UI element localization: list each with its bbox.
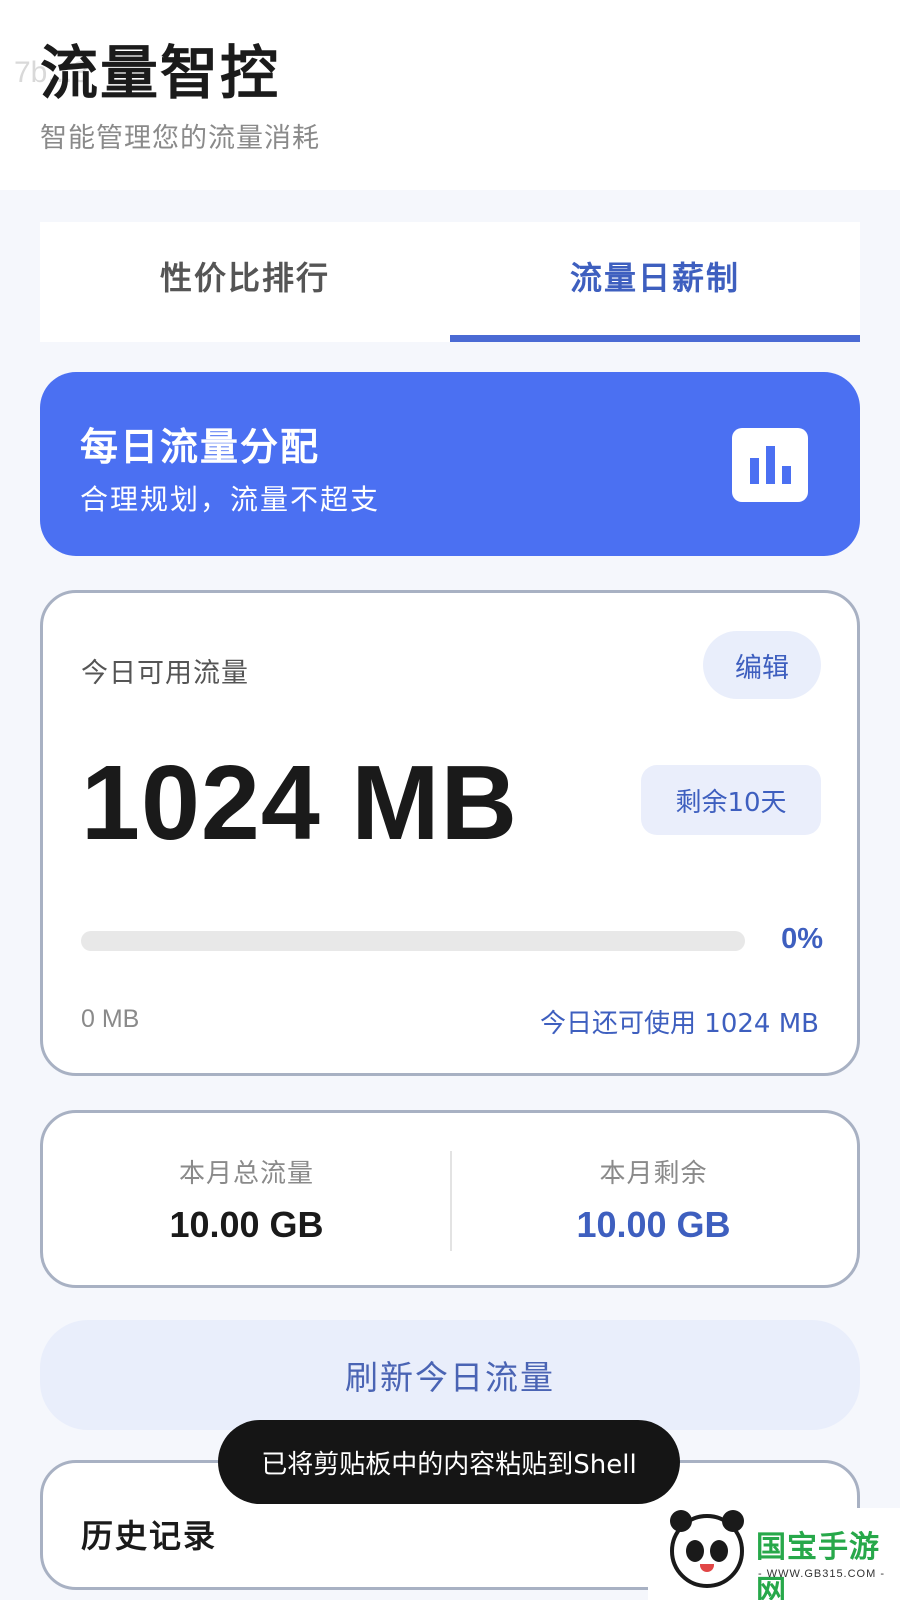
app-title: 流量智控: [40, 39, 281, 107]
panda-logo-icon: [670, 1510, 744, 1588]
usage-percent: 0%: [781, 923, 823, 955]
today-quota-card: 今日可用流量 编辑 1024 MB 剩余10天 0% 0 MB 今日还可使用 1…: [40, 590, 860, 1076]
monthly-total-value: 10.00 GB: [169, 1203, 324, 1245]
monthly-remaining-label: 本月剩余: [599, 1158, 708, 1189]
toast-message: 已将剪贴板中的内容粘贴到Shell: [218, 1420, 680, 1504]
site-watermark: 国宝手游网 - WWW.GB315.COM -: [648, 1508, 900, 1600]
today-quota-amount: 1024 MB: [81, 744, 519, 862]
tab-daily-quota[interactable]: 流量日薪制: [450, 222, 860, 342]
history-title: 历史记录: [81, 1517, 218, 1555]
refresh-today-button[interactable]: 刷新今日流量: [40, 1320, 860, 1430]
tab-label: 流量日薪制: [569, 259, 740, 297]
days-left-badge: 剩余10天: [641, 765, 821, 835]
tab-bar: 性价比排行 流量日薪制: [40, 222, 860, 342]
remaining-today-text: 今日还可使用 1024 MB: [540, 1009, 819, 1039]
monthly-total: 本月总流量 10.00 GB: [43, 1113, 450, 1285]
usage-progress-bar: [81, 931, 745, 951]
monthly-summary-card: 本月总流量 10.00 GB 本月剩余 10.00 GB: [40, 1110, 860, 1288]
banner-title: 每日流量分配: [80, 425, 321, 469]
tab-label: 性价比排行: [159, 259, 330, 297]
edit-button[interactable]: 编辑: [703, 631, 821, 699]
today-quota-label: 今日可用流量: [81, 658, 249, 689]
monthly-remaining-value: 10.00 GB: [576, 1203, 731, 1245]
monthly-remaining: 本月剩余 10.00 GB: [450, 1113, 857, 1285]
daily-allocation-banner: 每日流量分配 合理规划，流量不超支: [40, 372, 860, 556]
monthly-total-label: 本月总流量: [178, 1158, 314, 1189]
used-amount: 0 MB: [81, 1005, 140, 1033]
tab-value-ranking[interactable]: 性价比排行: [40, 222, 450, 342]
watermark-brand: 国宝手游网: [756, 1530, 880, 1600]
bar-chart-icon[interactable]: [732, 428, 808, 502]
banner-subtitle: 合理规划，流量不超支: [80, 483, 381, 516]
active-tab-indicator: [450, 335, 860, 342]
app-header: 7b...3 流量智控 智能管理您的流量消耗: [0, 0, 900, 190]
app-subtitle: 智能管理您的流量消耗: [40, 123, 320, 154]
watermark-url: - WWW.GB315.COM -: [758, 1568, 885, 1580]
